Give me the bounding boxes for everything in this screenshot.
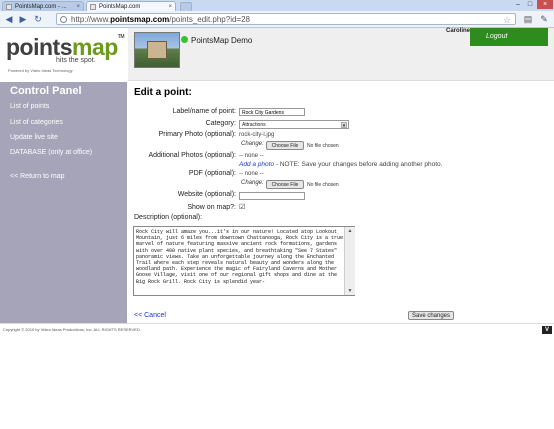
url-path: /points_edit.php?id=28 — [169, 15, 250, 24]
browser-tab-2-label: PointsMap.com — [99, 4, 141, 10]
site-thumbnail — [134, 32, 180, 68]
minimize-icon[interactable]: – — [512, 0, 524, 9]
return-to-map-link[interactable]: << Return to map — [10, 173, 64, 180]
website-label: Website (optional): — [177, 191, 236, 198]
copyright-text: Copyright © 2010 by Video Ideas Producti… — [3, 327, 141, 332]
category-label: Category: — [205, 120, 236, 127]
name-label: Label/name of point: — [172, 108, 236, 115]
site-name: PointsMap Demo — [191, 36, 253, 45]
sidebar-item-database[interactable]: DATABASE (only at office) — [10, 149, 92, 156]
status-dot-icon — [181, 36, 188, 43]
back-icon[interactable]: ◀ — [3, 13, 15, 25]
close-tab-icon[interactable]: × — [76, 2, 80, 11]
pdf-choose-file-button[interactable]: Choose File — [266, 180, 304, 189]
page-menu-icon[interactable]: ▤ — [522, 13, 534, 25]
powered-by: Powered by Video Ideas Technology — [8, 68, 73, 73]
add-photo-link[interactable]: Add a photo — [239, 161, 274, 168]
show-on-map-checkbox[interactable]: ☑ — [239, 204, 246, 211]
maximize-icon[interactable]: □ — [524, 0, 536, 9]
pdf-label: PDF (optional): — [188, 170, 236, 177]
page-title: Edit a point: — [134, 87, 192, 98]
browser-tab-1-label: PointsMap.com - ... — [15, 4, 67, 10]
tagline: hits the spot. — [56, 57, 96, 64]
save-changes-button[interactable]: Save changes — [408, 311, 454, 320]
sidebar-item-categories[interactable]: List of categories — [10, 119, 63, 126]
favicon-icon — [6, 4, 12, 10]
description-textarea[interactable]: Rock City will amaze you...it's in our n… — [133, 226, 355, 296]
website-input[interactable] — [239, 192, 305, 200]
page-background — [0, 334, 554, 429]
scroll-up-icon[interactable]: ▲ — [346, 228, 354, 234]
pdf-change-label: Change: — [241, 180, 264, 186]
favicon-icon — [90, 4, 96, 10]
user-name: Caroline — [446, 28, 471, 34]
category-select[interactable]: Attractions ▾ — [239, 120, 349, 129]
logout-link[interactable]: Logout — [486, 33, 507, 40]
wrench-icon[interactable]: ✎ — [538, 13, 550, 25]
close-tab-icon[interactable]: × — [168, 2, 172, 11]
reload-icon[interactable]: ↻ — [32, 13, 44, 25]
globe-icon — [60, 16, 67, 23]
bookmark-star-icon[interactable]: ☆ — [503, 14, 511, 26]
primary-photo-file: rock-city-l.jpg — [239, 132, 275, 138]
video-ideas-logo: V — [542, 326, 552, 334]
chevron-down-icon: ▾ — [341, 122, 347, 129]
primary-photo-label: Primary Photo (optional): — [158, 131, 236, 138]
description-label: Description (optional): — [134, 214, 203, 221]
add-photo-note: - NOTE: Save your changes before adding … — [274, 161, 443, 168]
pdf-no-file-text: No file chosen — [307, 182, 339, 188]
pdf-none: -- none -- — [239, 171, 264, 177]
no-file-text: No file chosen — [307, 143, 339, 149]
browser-tab-1[interactable]: PointsMap.com - ... × — [2, 1, 84, 11]
sidebar-item-update[interactable]: Update live site — [10, 134, 58, 141]
additional-photos-label: Additional Photos (optional): — [148, 152, 236, 159]
close-window-icon[interactable]: × — [537, 0, 553, 9]
logout-panel — [470, 28, 548, 46]
browser-tab-2[interactable]: PointsMap.com × — [86, 1, 176, 11]
sidebar-item-points[interactable]: List of points — [10, 103, 49, 110]
category-value: Attractions — [242, 122, 266, 128]
add-photo-row: Add a photo - NOTE: Save your changes be… — [239, 161, 442, 168]
name-input[interactable]: Rock City Gardens — [239, 108, 305, 116]
control-panel-title: Control Panel — [10, 85, 82, 97]
change-label: Change: — [241, 141, 264, 147]
address-bar[interactable]: http://www.pointsmap.com/points_edit.php… — [56, 13, 516, 25]
forward-icon[interactable]: ▶ — [17, 13, 29, 25]
show-on-map-label: Show on map?: — [187, 204, 236, 211]
primary-choose-file-button[interactable]: Choose File — [266, 141, 304, 150]
description-scrollbar[interactable]: ▲ ▼ — [344, 227, 355, 295]
url-host: pointsmap.com — [110, 15, 170, 24]
scroll-down-icon[interactable]: ▼ — [346, 288, 354, 294]
cancel-link[interactable]: << Cancel — [134, 312, 166, 319]
additional-none: -- none -- — [239, 153, 264, 159]
url-prefix: http://www. — [71, 15, 111, 24]
